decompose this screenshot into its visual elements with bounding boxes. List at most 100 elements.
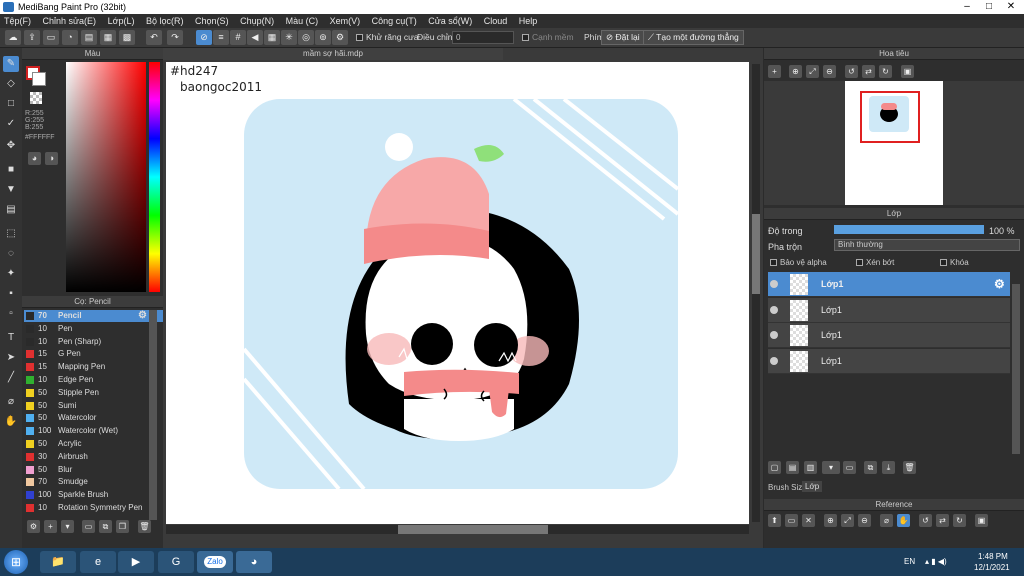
ref-fit-icon[interactable]: ⤢ (841, 514, 854, 527)
nav-zoom-out-icon[interactable]: ⊖ (823, 65, 836, 78)
soft-edge-checkbox[interactable] (522, 34, 529, 41)
explorer-taskbar-icon[interactable]: 📁 (40, 551, 76, 573)
menu-tools[interactable]: Công cụ(T) (372, 14, 417, 28)
ref-flip-icon[interactable]: ⇄ (936, 514, 949, 527)
eyedropper-icon[interactable]: ⌀ (3, 394, 19, 410)
snap-setting-icon[interactable]: ⚙ (332, 30, 348, 45)
color-sv-picker[interactable] (66, 62, 146, 292)
new-folder-icon[interactable]: ▭ (843, 461, 856, 474)
navigator-viewport-rect[interactable] (860, 91, 920, 143)
upload-icon[interactable]: ⇪ (24, 30, 40, 45)
magic-wand-icon[interactable]: ✦ (3, 266, 19, 282)
snap-radial-icon[interactable]: ✳ (281, 30, 297, 45)
layer-row[interactable]: Lớp1 ⚙ (768, 272, 1010, 297)
tray-icons[interactable]: ▴ ▮ ◀) (925, 557, 947, 566)
divide-tool-icon[interactable]: ╱ (3, 370, 19, 386)
new-8bit-layer-icon[interactable]: ▥ (804, 461, 817, 474)
minimize-button[interactable]: – (956, 0, 978, 14)
visibility-icon[interactable] (770, 280, 778, 288)
layer-scrollbar[interactable] (1012, 284, 1020, 454)
add-layer-menu-icon[interactable]: ▾ (822, 461, 840, 474)
select-eraser-icon[interactable]: ▫ (3, 306, 19, 322)
duplicate-layer-icon[interactable]: ⧉ (864, 461, 877, 474)
ref-close-icon[interactable]: ✕ (802, 514, 815, 527)
ref-folder-icon[interactable]: ▭ (785, 514, 798, 527)
nav-settings-icon[interactable]: ▣ (901, 65, 914, 78)
medibang-taskbar-icon[interactable]: ◕ (236, 551, 272, 573)
ie-taskbar-icon[interactable]: e (80, 551, 116, 573)
media-taskbar-icon[interactable]: ▶ (118, 551, 154, 573)
snap-vanish-icon[interactable]: ▦ (264, 30, 280, 45)
ref-rotate-right-icon[interactable]: ↻ (953, 514, 966, 527)
speech-icon[interactable]: ◔ (62, 30, 78, 45)
color-wheel-icon[interactable]: ◑ (45, 152, 58, 165)
start-button[interactable]: ⊞ (4, 550, 28, 574)
grid-icon[interactable]: ▩ (119, 30, 135, 45)
clock-time[interactable]: 1:48 PM (978, 552, 1008, 561)
nav-rotate-right-icon[interactable]: ↻ (879, 65, 892, 78)
layer-row[interactable]: Lớp1 (768, 297, 1010, 323)
nav-zoom-in-icon[interactable]: + (768, 65, 781, 78)
brush-folder-icon[interactable]: ▭ (82, 520, 95, 533)
snap-circle-icon[interactable]: ◎ (298, 30, 314, 45)
green-app-taskbar-icon[interactable]: G (158, 551, 194, 573)
menu-cloud[interactable]: Cloud (484, 14, 508, 28)
visibility-icon[interactable] (770, 356, 778, 365)
canvas-hscroll[interactable] (166, 525, 749, 534)
brush-tool-icon[interactable]: ✎ (3, 56, 19, 72)
select-brush-icon[interactable]: ▪ (3, 286, 19, 302)
redo-icon[interactable]: ↷ (167, 30, 183, 45)
merge-down-icon[interactable]: ⤓ (882, 461, 895, 474)
snap-parallel-icon[interactable]: ≡ (213, 30, 229, 45)
undo-icon[interactable]: ↶ (146, 30, 162, 45)
menu-view[interactable]: Xem(V) (330, 14, 361, 28)
bucket-tool-icon[interactable]: ▼ (3, 182, 19, 198)
blend-mode-select[interactable]: Bình thường (834, 239, 1020, 251)
text-tool-icon[interactable]: T (3, 330, 19, 346)
snap-perspective-icon[interactable]: ◀ (247, 30, 263, 45)
menu-edit[interactable]: Chỉnh sửa(E) (43, 14, 97, 28)
ref-settings-icon[interactable]: ▣ (975, 514, 988, 527)
layer-settings-icon[interactable]: ⚙ (994, 277, 1005, 291)
clock-date[interactable]: 12/1/2021 (974, 563, 1010, 572)
ref-rotate-left-icon[interactable]: ↺ (919, 514, 932, 527)
brush-copy-icon[interactable]: ⧉ (99, 520, 112, 533)
delete-layer-icon[interactable]: 🗑 (903, 461, 916, 474)
layer-row[interactable]: Lớp1 (768, 348, 1010, 374)
ref-zoom-in-icon[interactable]: ⊕ (824, 514, 837, 527)
snap-grid-icon[interactable]: # (230, 30, 246, 45)
nav-zoom-icon[interactable]: ⊕ (789, 65, 802, 78)
straight-line-button[interactable]: ⟋ Tạo một đường thẳng (643, 30, 744, 45)
visibility-icon[interactable] (770, 305, 778, 314)
antialias-checkbox[interactable] (356, 34, 363, 41)
brush-gear-icon[interactable]: ⚙ (138, 310, 147, 322)
opacity-slider[interactable] (834, 225, 984, 234)
gradient-tool-icon[interactable]: ▤ (3, 202, 19, 218)
menu-layer[interactable]: Lớp(L) (108, 14, 135, 28)
menu-filter[interactable]: Bộ lọc(R) (146, 14, 184, 28)
lock-checkbox[interactable] (940, 259, 947, 266)
select-tool-icon[interactable]: ⬚ (3, 226, 19, 242)
visibility-icon[interactable] (770, 331, 778, 339)
document-tab[interactable]: mầm sợ hãi.mdp (163, 48, 503, 60)
cloud-icon[interactable]: ☁ (5, 30, 21, 45)
nav-flip-icon[interactable]: ⇄ (862, 65, 875, 78)
brush-delete-icon[interactable]: 🗑 (138, 520, 151, 533)
operation-tool-icon[interactable]: ➤ (3, 350, 19, 366)
navigator-view[interactable] (764, 81, 1024, 205)
select-pen-icon[interactable]: ✓ (3, 116, 19, 132)
protect-alpha-checkbox[interactable] (770, 259, 777, 266)
shape-fill-icon[interactable]: ■ (3, 162, 19, 178)
canvas-hscroll-thumb[interactable] (398, 525, 548, 534)
new-layer-icon[interactable]: ▢ (768, 461, 781, 474)
ref-hand-icon[interactable]: ✋ (897, 514, 910, 527)
layer-row[interactable]: Lớp1 (768, 323, 1010, 348)
brush-size-tab[interactable]: Brush Size (768, 483, 807, 492)
close-button[interactable]: ✕ (1000, 0, 1022, 14)
brush-scrollbar[interactable] (149, 310, 157, 520)
new-halftone-layer-icon[interactable]: ▤ (786, 461, 799, 474)
menu-color[interactable]: Màu (C) (286, 14, 319, 28)
snap-curve-icon[interactable]: ⊚ (315, 30, 331, 45)
clipping-checkbox[interactable] (856, 259, 863, 266)
lasso-tool-icon[interactable]: ◌ (3, 246, 19, 262)
